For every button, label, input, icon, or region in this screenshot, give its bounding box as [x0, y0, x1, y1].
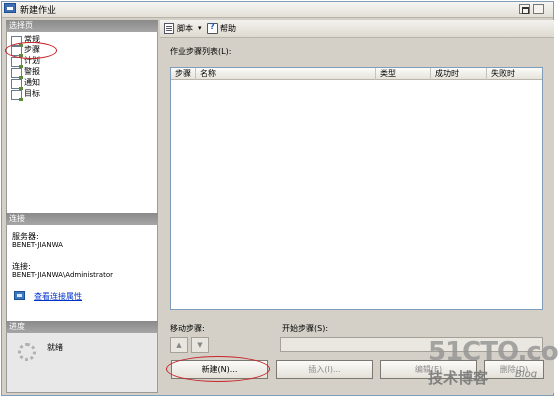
watermark-subtitle: 技术博客 — [428, 369, 489, 387]
page-icon — [11, 79, 23, 90]
progress-panel — [7, 333, 157, 392]
server-label: 服务器: — [12, 232, 39, 241]
page-icon — [11, 90, 23, 101]
column-header-step[interactable]: 步骤 — [171, 68, 196, 80]
view-connection-properties-link[interactable]: 查看连接属性 — [34, 291, 82, 302]
move-down-button[interactable]: ▼ — [191, 337, 209, 353]
page-item-label: 目标 — [24, 89, 40, 98]
steps-annotation-ring — [5, 42, 57, 59]
start-step-label: 开始步骤(S): — [282, 324, 329, 333]
progress-header: 进度 — [6, 321, 158, 333]
new-button-annotation-ring — [166, 356, 270, 382]
connection-value: BENET-JIANWA\Administrator — [12, 271, 113, 279]
help-button[interactable]: 帮助 — [220, 23, 236, 34]
move-step-label: 移动步骤: — [170, 324, 205, 333]
column-header-name[interactable]: 名称 — [196, 68, 376, 80]
page-item-label: 警报 — [24, 67, 40, 76]
page-icon — [11, 57, 23, 68]
watermark-blog: Blog — [515, 369, 538, 380]
job-steps-list-label: 作业步骤列表(L): — [170, 47, 232, 56]
chevron-down-icon[interactable]: ▾ — [198, 24, 202, 32]
status-text: 就绪 — [47, 343, 63, 352]
select-page-header: 选择页 — [6, 20, 158, 32]
connection-label: 连接: — [12, 262, 31, 271]
watermark-logo: 51CTO.com — [428, 337, 559, 367]
script-icon[interactable] — [164, 23, 174, 34]
window-title: 新建作业 — [20, 6, 57, 16]
page-item-label: 通知 — [24, 78, 40, 87]
maximize-button[interactable] — [519, 4, 530, 14]
job-steps-list[interactable] — [170, 67, 543, 310]
title-bar[interactable] — [2, 2, 553, 18]
page-item-notifications[interactable]: 通知 — [11, 78, 40, 90]
move-up-button[interactable]: ▲ — [170, 337, 188, 353]
connection-header: 连接 — [6, 213, 158, 225]
app-icon — [4, 3, 16, 13]
script-button[interactable]: 脚本 — [177, 23, 193, 34]
page-icon — [11, 68, 23, 79]
column-header-type[interactable]: 类型 — [376, 68, 431, 80]
connection-properties-icon[interactable] — [14, 291, 25, 300]
insert-step-button[interactable]: 插入(I)... — [276, 360, 373, 379]
help-icon[interactable] — [207, 22, 218, 34]
server-value: BENET-JIANWA — [12, 241, 63, 249]
page-item-alerts[interactable]: 警报 — [11, 67, 40, 79]
progress-spinner-icon — [18, 343, 36, 361]
close-button[interactable] — [533, 4, 544, 14]
column-header-on-success[interactable]: 成功时 — [431, 68, 487, 80]
page-item-targets[interactable]: 目标 — [11, 89, 40, 101]
column-header-on-failure[interactable]: 失败时 — [487, 68, 542, 80]
